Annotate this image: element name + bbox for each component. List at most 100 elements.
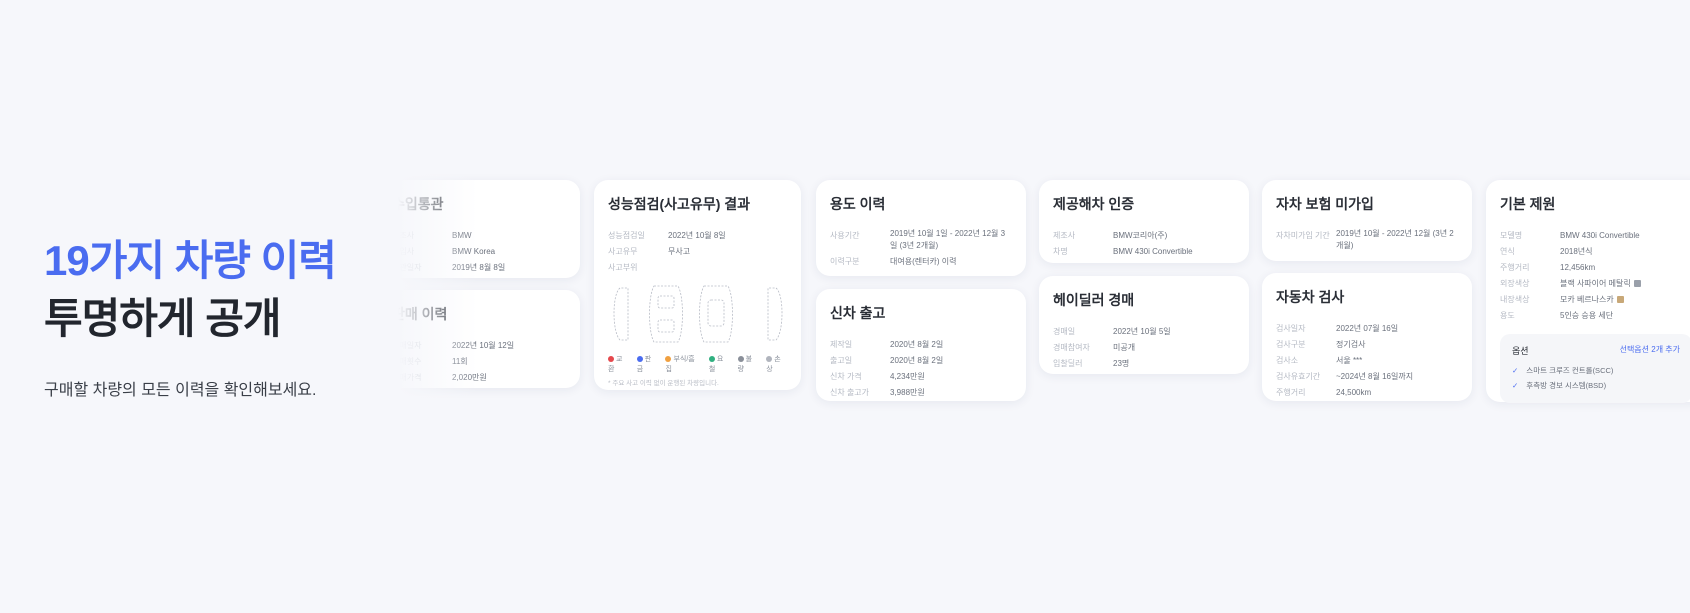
card-row: 용도 5인승 승용 세단 — [1500, 308, 1690, 324]
card-certification: 제공해차 인증 제조사 BMW코리아(주) 차명 BMW 430i Converti… — [1039, 180, 1249, 263]
card-row: 주행거리 24,500km — [1276, 385, 1458, 401]
row-key: 차명 — [1053, 247, 1068, 256]
card-title: 자동차 검사 — [1276, 289, 1345, 305]
hero-section: 19가지 차량 이력 투명하게 공개 구매할 차량의 모든 이력을 확인해보세요… — [44, 232, 374, 400]
card-row: 제조사 BMW코리아(주) — [1053, 228, 1235, 244]
row-key: 판매일자 — [398, 341, 422, 350]
card-row: 경매일 2022년 10월 5일 — [1053, 324, 1235, 340]
row-key: 검사소 — [1276, 356, 1299, 365]
row-key: 입찰딜러 — [1053, 359, 1083, 368]
card-insurance-uninsured: 자차 보험 미가입 자차미가입 기간 2019년 10월 - 2022년 12월 … — [1262, 180, 1472, 261]
card-row: 내장색상 모카 베르나스카 — [1500, 292, 1690, 308]
row-key: 검사일자 — [1276, 324, 1306, 333]
card-row: 주행거리 12,456km — [1500, 260, 1690, 276]
legend-dot — [608, 356, 614, 363]
row-value: BMW — [452, 231, 472, 240]
option-item: ✓ 스마트 크루즈 컨트롤(SCC) — [1512, 363, 1680, 378]
row-value: 2019년 8월 8일 — [452, 263, 506, 272]
card-row: 사고유무 무사고 — [608, 244, 787, 260]
row-key: 제조사 — [398, 231, 415, 240]
check-icon: ✓ — [1512, 366, 1519, 375]
row-key: 성능점검일 — [608, 231, 645, 240]
card-row: 신차 출고가 3,988만원 — [830, 385, 1012, 401]
row-key: 제조사 — [1053, 231, 1076, 240]
row-value: 2019년 10월 - 2022년 12월 (3년 2개월) — [1336, 229, 1454, 250]
card-new-car-release: 신차 출고 제작일 2020년 8월 2일 출고일 2020년 8월 2일 신차 가… — [816, 289, 1026, 401]
row-key: 용도 — [1500, 311, 1515, 320]
card-row: 외장색상 블랙 사파이어 메탈릭 — [1500, 276, 1690, 292]
card-row: 성능점검일 2022년 10월 8일 — [608, 228, 787, 244]
card-row: 검사구분 정기검사 — [1276, 337, 1458, 353]
row-value: 11회 — [452, 357, 468, 366]
card-title: 자차 보험 미가입 — [1276, 196, 1374, 212]
row-key: 연식 — [1500, 247, 1515, 256]
color-swatch — [1616, 296, 1624, 303]
card-title: 헤이딜러 경매 — [1053, 292, 1135, 308]
card-row: 검사일자 2022년 07월 16일 — [1276, 321, 1458, 337]
card-row: 사고부위 — [608, 260, 787, 276]
card-row: 검사유효기간 ~2024년 8월 16일까지 — [1276, 369, 1458, 385]
row-value: 블랙 사파이어 메탈릭 — [1560, 279, 1631, 288]
car-damage-diagram — [613, 285, 783, 343]
legend-dot — [708, 356, 715, 363]
card-row: 판매일자 2022년 10월 12일 — [398, 338, 566, 354]
row-value: 미공개 — [1113, 343, 1136, 352]
legend-item: 요철 — [708, 354, 730, 374]
row-key: 신차 가격 — [830, 372, 862, 381]
row-key: 주행거리 — [1276, 388, 1306, 397]
card-row: 검사소 서울 *** — [1276, 353, 1458, 369]
row-key: 외장색상 — [1500, 279, 1530, 288]
row-value: 대여용(렌터카) 이력 — [890, 257, 957, 266]
card-dealer-auction: 헤이딜러 경매 경매일 2022년 10월 5일 경매참여자 미공개 입찰딜러 23명 — [1039, 276, 1249, 374]
legend-item: 부식/흠집 — [665, 354, 700, 374]
row-value: 5인승 승용 세단 — [1560, 311, 1614, 320]
card-row: 출고일 2020년 8월 2일 — [830, 353, 1012, 369]
card-usage-history: 용도 이력 사용기간 2019년 10월 1일 - 2022년 12월 3일 (3… — [816, 180, 1026, 276]
row-value: 2020년 8월 2일 — [890, 356, 944, 365]
row-key: 제작일 — [830, 340, 853, 349]
row-value: ~2024년 8월 16일까지 — [1336, 372, 1414, 381]
row-key: 신차 출고가 — [830, 388, 870, 397]
row-key: 경매일 — [1053, 327, 1076, 336]
card-row: 판매횟수 11회 — [398, 354, 566, 370]
row-value: 24,500km — [1336, 388, 1372, 397]
card-sales-history: 판매 이력 판매일자 2022년 10월 12일 판매횟수 11회 판매가격 2,02… — [398, 290, 580, 388]
options-header: 옵션 선택옵션 2개 추가 — [1512, 344, 1680, 357]
card-title: 신차 출고 — [830, 305, 886, 321]
row-key: 사고부위 — [608, 263, 638, 272]
hero-title-highlight: 19가지 차량 이력 — [44, 237, 337, 284]
card-title: 제공해차 인증 — [1053, 196, 1135, 212]
row-value: BMW코리아(주) — [1113, 231, 1168, 240]
legend-item: 손상 — [766, 354, 787, 374]
row-value: 2022년 10월 12일 — [452, 341, 515, 350]
row-value: 2020년 8월 2일 — [890, 340, 944, 349]
card-row: 신차 가격 4,234만원 — [830, 369, 1012, 385]
card-row: 차명 BMW 430i Convertible — [1053, 244, 1235, 260]
row-key: 출고일 — [830, 356, 853, 365]
check-icon: ✓ — [1512, 381, 1519, 390]
card-import-customs: 수입통관 제조사 BMW 수입사 BMW Korea 통관일자 2019년 8월 8일 — [398, 180, 580, 278]
row-key: 이력구분 — [830, 257, 860, 266]
card-row: 사용기간 2019년 10월 1일 - 2022년 12월 3일 (3년 2개월) — [830, 228, 1012, 252]
card-vehicle-inspection: 자동차 검사 검사일자 2022년 07월 16일 검사구분 정기검사 검사소 서울 … — [1262, 273, 1472, 401]
row-key: 검사유효기간 — [1276, 372, 1321, 381]
option-label: 후측방 경보 시스템(BSD) — [1526, 381, 1607, 390]
options-label: 옵션 — [1512, 346, 1529, 356]
row-value: 2019년 10월 1일 - 2022년 12월 3일 (3년 2개월) — [890, 229, 1006, 250]
option-item: ✓ 후측방 경보 시스템(BSD) — [1512, 378, 1680, 393]
row-value: 23명 — [1113, 359, 1130, 368]
row-value: BMW Korea — [452, 247, 496, 256]
history-card-strip: 수입통관 제조사 BMW 수입사 BMW Korea 통관일자 2019년 8월 8일… — [398, 0, 1690, 613]
legend-dot — [766, 356, 773, 363]
card-row: 판매가격 2,020만원 — [398, 370, 566, 386]
card-title: 기본 제원 — [1500, 196, 1556, 212]
hero-subtitle: 구매할 차량의 모든 이력을 확인해보세요. — [44, 382, 317, 399]
row-value: BMW 430i Convertible — [1560, 231, 1640, 240]
options-more-link[interactable]: 선택옵션 2개 추가 — [1620, 344, 1680, 357]
legend-dot — [737, 356, 744, 363]
row-value: 2018년식 — [1560, 247, 1593, 256]
row-value: 모카 베르나스카 — [1560, 295, 1614, 304]
row-value: 2022년 10월 5일 — [1113, 327, 1171, 336]
card-row: 제조사 BMW — [398, 228, 566, 244]
row-key: 내장색상 — [1500, 295, 1530, 304]
